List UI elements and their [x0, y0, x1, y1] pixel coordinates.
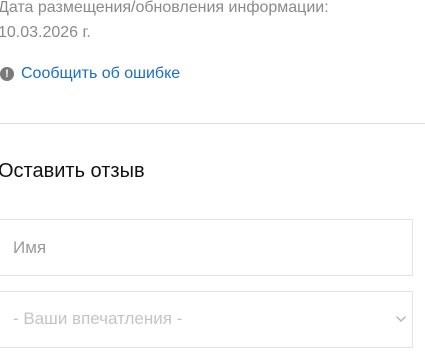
info-date-label: Дата размещения/обновления информации:	[0, 0, 329, 16]
info-date-value: 10.03.2026 г.	[0, 24, 91, 41]
report-error-label: Сообщить об ошибке	[21, 65, 181, 82]
name-input[interactable]	[0, 220, 412, 275]
impressions-select[interactable]: - Ваши впечатления -	[0, 291, 413, 348]
chevron-down-icon	[396, 316, 406, 322]
impressions-select-value: - Ваши впечатления -	[13, 309, 183, 328]
report-error-link[interactable]: ! Сообщить об ошибке	[0, 65, 180, 83]
section-divider	[0, 123, 425, 124]
info-date: Дата размещения/обновления информации: 1…	[0, 0, 398, 45]
page: Дата размещения/обновления информации: 1…	[0, 0, 425, 360]
exclamation-icon: !	[0, 67, 14, 81]
review-title: Оставить отзыв	[0, 160, 145, 182]
name-field-wrapper	[0, 219, 413, 276]
